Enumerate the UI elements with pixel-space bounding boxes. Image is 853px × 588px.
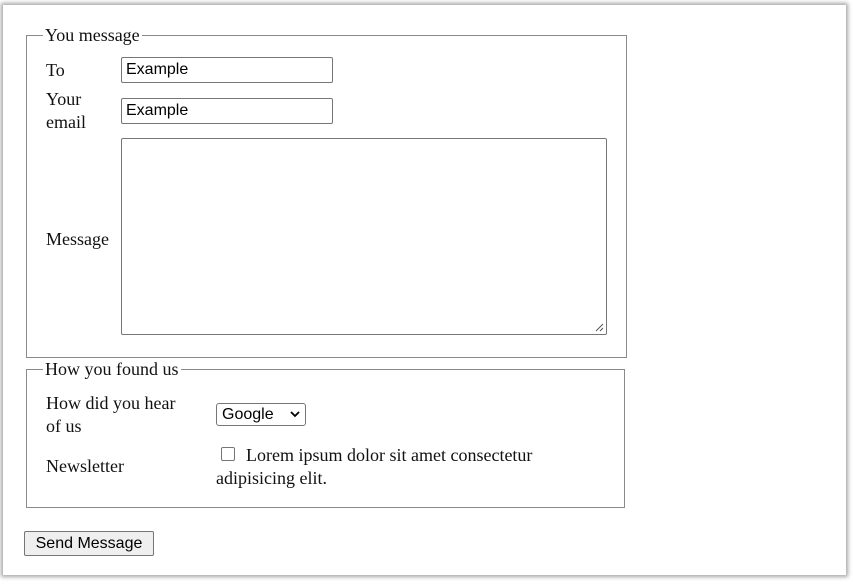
hear-label-line2: of us [46,416,82,436]
message-legend: You message [45,25,140,45]
email-label-line2: email [46,112,86,132]
send-message-button[interactable]: Send Message [24,531,154,556]
hear-select-value: Google [222,406,274,423]
found-legend: How you found us [45,359,179,379]
message-textarea[interactable] [121,138,607,335]
resize-grip-icon[interactable] [595,323,604,332]
email-input[interactable]: Example [121,98,333,124]
newsletter-text-line2: adipisicing elit. [216,468,327,488]
chevron-down-icon [290,411,300,418]
newsletter-text-line1: Lorem ipsum dolor sit amet consectetur [246,445,533,465]
newsletter-checkbox[interactable] [221,447,235,461]
email-label-line1: Your [46,89,82,109]
hear-label-line1: How did you hear [46,393,176,413]
to-label: To [46,60,65,80]
to-input[interactable]: Example [121,57,333,83]
newsletter-label: Newsletter [46,456,124,476]
hear-select[interactable]: Google [216,403,306,426]
message-label: Message [46,229,109,249]
